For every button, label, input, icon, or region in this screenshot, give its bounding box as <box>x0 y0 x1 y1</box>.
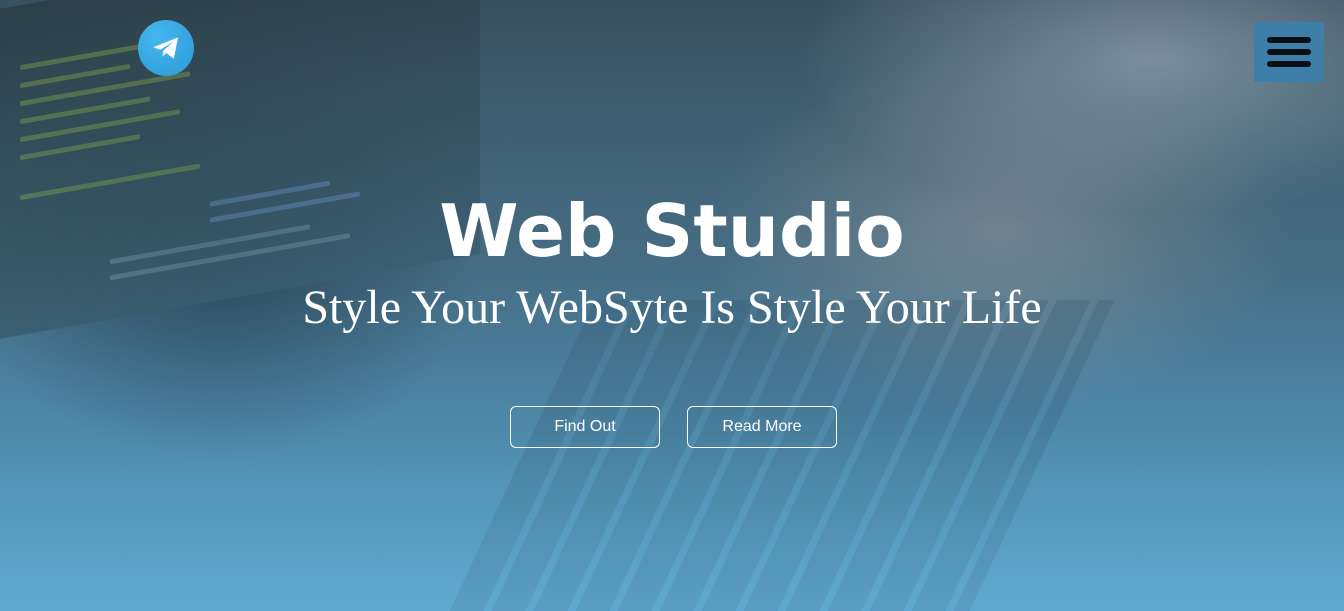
page-title: Web Studio <box>439 189 905 273</box>
telegram-icon[interactable] <box>138 20 194 76</box>
page-subtitle: Style Your WebSyte Is Style Your Life <box>302 281 1042 334</box>
find-out-button[interactable]: Find Out <box>510 406 660 448</box>
menu-bar-middle <box>1267 49 1311 55</box>
read-more-button[interactable]: Read More <box>687 406 837 448</box>
menu-bar-bottom <box>1267 61 1311 67</box>
hamburger-menu-button[interactable] <box>1254 22 1324 82</box>
paper-plane-icon <box>153 37 179 59</box>
menu-bar-top <box>1267 37 1311 43</box>
